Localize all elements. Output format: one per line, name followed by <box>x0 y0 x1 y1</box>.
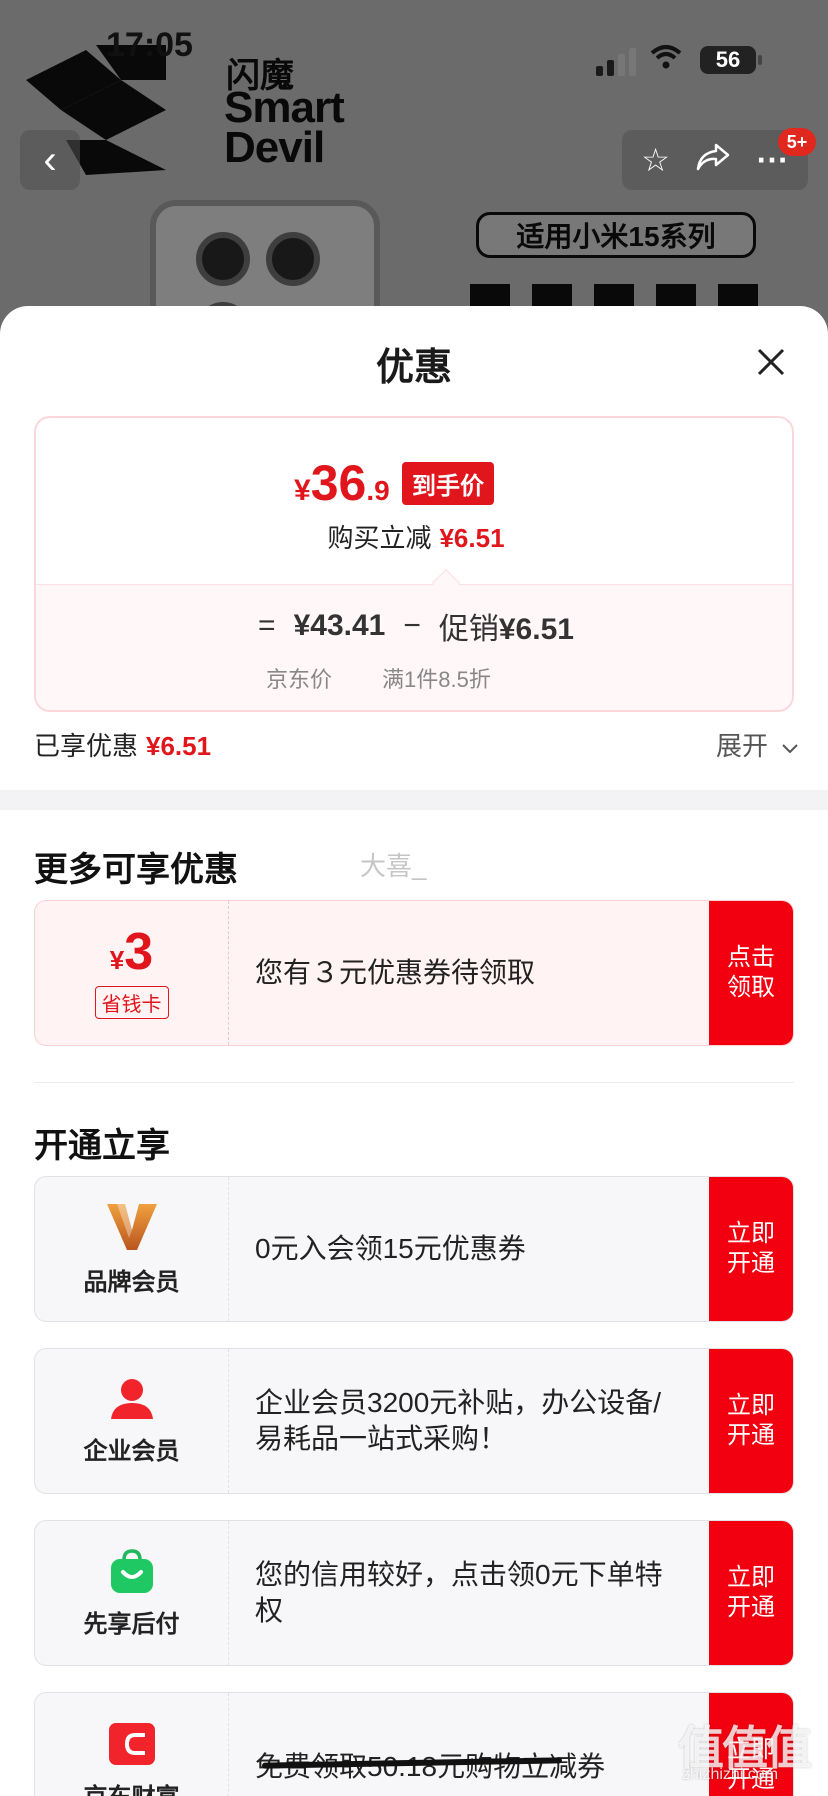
discount-sheet: 优惠 ¥ 36 .9 到手价 购买立减 ¥6.51 = ¥43.41 − 促销¥6… <box>0 306 828 1796</box>
coupon-card[interactable]: ¥3 省钱卡 您有３元优惠券待领取 点击领取 <box>34 900 794 1046</box>
ghost-text: 大喜_ <box>360 851 427 881</box>
star-icon[interactable]: ☆ <box>641 141 670 179</box>
offer-card-enterprise-member[interactable]: 企业会员 企业会员3200元补贴，办公设备/易耗品一站式采购！ 立即开通 <box>34 1348 794 1494</box>
share-icon[interactable] <box>696 142 730 179</box>
claim-coupon-button[interactable]: 点击领取 <box>709 901 793 1045</box>
user-icon <box>110 1378 153 1419</box>
close-icon <box>757 348 785 376</box>
offer-card-brand-member[interactable]: 品牌会员 0元入会领15元优惠券 立即开通 <box>34 1176 794 1322</box>
watermark-url: zhizhizhi.com <box>682 1766 779 1783</box>
open-brand-member-button[interactable]: 立即开通 <box>709 1177 793 1321</box>
open-section-title: 开通立享 <box>34 1127 170 1165</box>
sheet-title: 优惠 <box>375 347 452 389</box>
signal-icon <box>596 48 636 76</box>
saver-card-tag: 省钱卡 <box>94 985 169 1019</box>
jd-price: ¥43.41 <box>293 609 386 642</box>
shopping-bag-icon <box>110 1548 153 1593</box>
coupon-text: 您有３元优惠券待领取 <box>255 957 536 988</box>
promo-rule: 满1件8.5折 <box>382 667 491 692</box>
open-pay-later-button[interactable]: 立即开通 <box>709 1521 793 1665</box>
promo-amount: ¥6.51 <box>498 613 574 646</box>
message-badge: 5+ <box>778 128 816 156</box>
status-bar: 17:05 56 <box>0 0 828 100</box>
more-offers-title: 更多可享优惠 <box>34 851 238 889</box>
close-button[interactable] <box>756 338 786 384</box>
brand-v-icon <box>106 1203 157 1250</box>
expand-toggle[interactable]: 展开 <box>716 726 799 763</box>
coupon-value: ¥3 <box>109 922 154 981</box>
wallet-icon <box>108 1723 155 1765</box>
status-time: 17:05 <box>106 26 193 64</box>
chevron-down-icon <box>782 744 798 754</box>
price-formula: = ¥43.41 − 促销¥6.51 <box>258 609 574 646</box>
back-button[interactable]: ‹ <box>20 130 80 190</box>
price-breakdown-card: ¥ 36 .9 到手价 购买立减 ¥6.51 = ¥43.41 − 促销¥6.51… <box>34 416 794 712</box>
back-arrow-icon: ‹ <box>43 137 57 182</box>
wifi-icon <box>650 44 682 78</box>
open-enterprise-member-button[interactable]: 立即开通 <box>709 1349 793 1493</box>
final-price-tag: 到手价 <box>402 462 494 505</box>
enjoyed-discount: 已享优惠 ¥6.51 <box>34 731 212 761</box>
jd-price-label: 京东价 <box>266 667 333 692</box>
final-price: ¥ 36 .9 <box>294 455 390 511</box>
battery-icon: 56 <box>700 46 756 74</box>
instant-cut: 购买立减 ¥6.51 <box>327 523 505 553</box>
offer-card-pay-later[interactable]: 先享后付 您的信用较好，点击领0元下单特权 立即开通 <box>34 1520 794 1666</box>
